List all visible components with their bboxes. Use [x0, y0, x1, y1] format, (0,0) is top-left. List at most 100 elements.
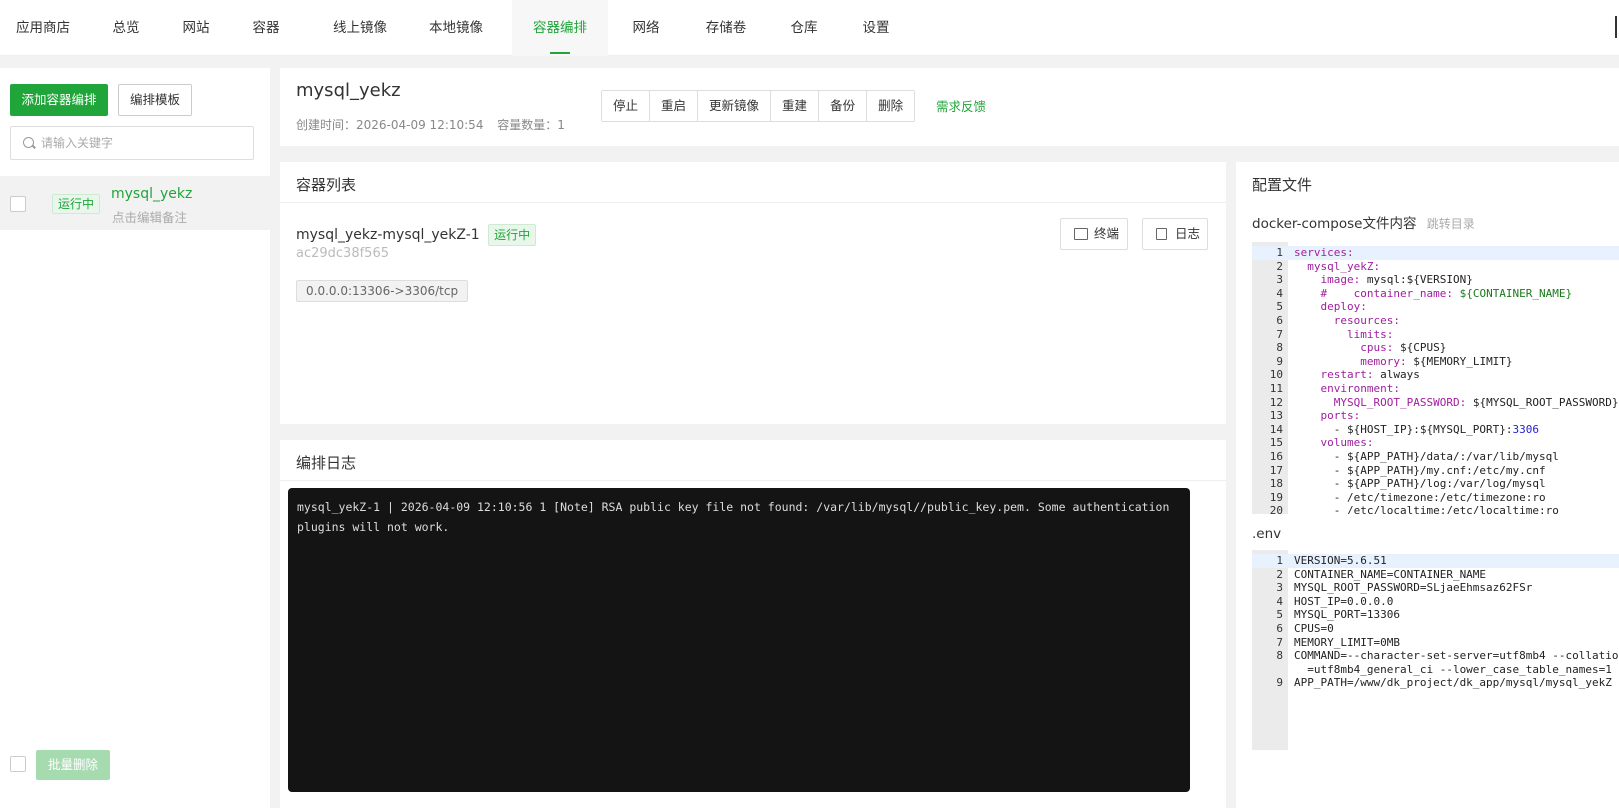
code-text: CONTAINER_NAME=CONTAINER_NAME: [1294, 567, 1487, 581]
container-list-title: 容器列表: [296, 176, 357, 194]
container-count: 容量数量：1: [497, 118, 565, 132]
item-checkbox[interactable]: [10, 196, 26, 212]
code-text: - /etc/timezone:/etc/timezone:ro: [1294, 490, 1546, 504]
line-number: 7: [1276, 327, 1283, 341]
code-line: 12 MYSQL_ROOT_PASSWORD: ${MYSQL_ROOT_PAS…: [1252, 396, 1619, 410]
env-file-label: .env: [1252, 526, 1282, 542]
feedback-link[interactable]: 需求反馈: [936, 96, 986, 115]
bulk-delete-button[interactable]: 批量删除: [36, 750, 110, 780]
update-image-button[interactable]: 更新镜像: [698, 91, 772, 121]
status-badge: 运行中: [52, 194, 100, 214]
line-number: 11: [1269, 382, 1283, 395]
tab-settings[interactable]: 设置: [848, 0, 904, 56]
env-editor[interactable]: 1 VERSION=5.6.51 2 CONTAINER_NAME=CONTAINER…: [1252, 550, 1619, 750]
code-line: 7 limits:: [1252, 328, 1619, 342]
code-text: - ${APP_PATH}/log:/var/log/mysql: [1294, 477, 1546, 491]
search-input[interactable]: [41, 133, 241, 153]
code-line: =utf8mb4_general_ci --lower_case_table_n…: [1252, 663, 1619, 677]
log-button[interactable]: 日志: [1142, 218, 1208, 250]
tab-online-images[interactable]: 线上镜像: [318, 0, 402, 56]
tab-registry[interactable]: 仓库: [776, 0, 832, 56]
rebuild-button[interactable]: 重建: [771, 91, 820, 121]
tab-website[interactable]: 网站: [168, 0, 224, 56]
log-button-label: 日志: [1175, 226, 1201, 241]
code-text: =utf8mb4_general_ci --lower_case_table_n…: [1294, 662, 1612, 676]
tab-containers[interactable]: 容器: [238, 0, 294, 56]
compose-sidebar: 添加容器编排 编排模板 运行中 mysql_yekz 点击编辑备注 批量删除: [0, 68, 270, 808]
code-line: 18 - ${APP_PATH}/log:/var/log/mysql: [1252, 477, 1619, 491]
code-text: mysql_yekZ:: [1307, 259, 1381, 273]
jump-to-directory-link[interactable]: 跳转目录: [1427, 217, 1475, 231]
code-text: image: mysql:${VERSION}: [1320, 273, 1473, 287]
code-line: 20 - /etc/localtime:/etc/localtime:ro: [1252, 504, 1619, 514]
code-line: 8 COMMAND=--character-set-server=utf8mb4 …: [1252, 649, 1619, 663]
top-nav: 应用商店 总览 网站 容器 线上镜像 本地镜像 容器编排 网络 存储卷 仓库 设…: [0, 0, 1619, 56]
delete-button[interactable]: 删除: [867, 91, 915, 121]
log-icon: [1156, 228, 1167, 240]
line-number: 1: [1276, 246, 1283, 259]
page-title: mysql_yekz: [296, 80, 401, 101]
tab-app-store[interactable]: 应用商店: [0, 0, 86, 56]
edit-note-link[interactable]: 点击编辑备注: [112, 207, 187, 226]
code-text: MYSQL_ROOT_PASSWORD=SLjaeEhmsaz62FSr: [1294, 581, 1533, 595]
log-terminal[interactable]: mysql_yekZ-1 | 2026-04-09 12:10:56 1 [No…: [288, 488, 1190, 792]
code-line: 3 image: mysql:${VERSION}: [1252, 273, 1619, 287]
code-text: - ${HOST_IP}:${MYSQL_PORT}:3306: [1294, 422, 1540, 436]
search-icon: [23, 137, 34, 148]
line-number: 20: [1269, 504, 1283, 514]
code-text: environment:: [1320, 382, 1400, 395]
code-text: restart: always: [1320, 368, 1420, 382]
code-text: MYSQL_PORT=13306: [1294, 608, 1400, 622]
line-number: 13: [1269, 409, 1283, 423]
divider: [280, 480, 1226, 481]
add-compose-button[interactable]: 添加容器编排: [10, 84, 108, 116]
line-number: 3: [1276, 273, 1283, 287]
code-line: 1 VERSION=5.6.51: [1252, 554, 1619, 568]
code-line: 4 # container_name: ${CONTAINER_NAME}: [1252, 287, 1619, 301]
tab-compose[interactable]: 容器编排: [512, 0, 608, 56]
compose-list-item[interactable]: 运行中 mysql_yekz 点击编辑备注: [0, 176, 270, 230]
stop-button[interactable]: 停止: [602, 91, 651, 121]
code-line: 10 restart: always: [1252, 368, 1619, 382]
code-line: 2 mysql_yekZ:: [1252, 260, 1619, 274]
code-line: 6 CPUS=0: [1252, 622, 1619, 636]
code-line: 19 - /etc/timezone:/etc/timezone:ro: [1252, 491, 1619, 505]
container-name: mysql_yekz-mysql_yekZ-1 运行中: [296, 224, 537, 246]
code-text: - /etc/localtime:/etc/localtime:ro: [1294, 504, 1559, 514]
compose-name[interactable]: mysql_yekz: [111, 186, 192, 202]
tab-volumes[interactable]: 存储卷: [696, 0, 756, 56]
terminal-button[interactable]: 终端: [1060, 218, 1128, 250]
select-all-checkbox[interactable]: [10, 756, 26, 772]
action-button-group: 停止 重启 更新镜像 重建 备份 删除: [601, 90, 916, 122]
code-line: 3 MYSQL_ROOT_PASSWORD=SLjaeEhmsaz62FSr: [1252, 581, 1619, 595]
line-number: 4: [1276, 594, 1283, 608]
compose-file-label-text: docker-compose文件内容: [1252, 216, 1417, 232]
tab-overview[interactable]: 总览: [98, 0, 154, 56]
code-text: volumes:: [1320, 436, 1374, 450]
line-number: 18: [1269, 477, 1283, 491]
line-number: 1: [1276, 554, 1283, 567]
compose-log-card: 编排日志 mysql_yekZ-1 | 2026-04-09 12:10:56 …: [280, 440, 1226, 808]
code-line: 13 ports:: [1252, 409, 1619, 423]
code-text: HOST_IP=0.0.0.0: [1294, 594, 1394, 608]
code-text: - ${APP_PATH}/data/:/var/lib/mysql: [1294, 450, 1559, 463]
line-number: 4: [1276, 286, 1283, 300]
backup-button[interactable]: 备份: [819, 91, 868, 121]
log-text: mysql_yekZ-1 | 2026-04-09 12:10:56 1 [No…: [297, 500, 1170, 534]
config-card: 配置文件 docker-compose文件内容 跳转目录 1 services: 2…: [1236, 162, 1619, 808]
compose-editor[interactable]: 1 services: 2 mysql_yekZ: 3 image: mysql:${…: [1252, 242, 1619, 514]
code-line: 6 resources:: [1252, 314, 1619, 328]
restart-button[interactable]: 重启: [650, 91, 699, 121]
code-line: 15 volumes:: [1252, 436, 1619, 450]
code-line: 4 HOST_IP=0.0.0.0: [1252, 595, 1619, 609]
compose-header: mysql_yekz 创建时间：2026-04-09 12:10:54 容量数量…: [280, 68, 1619, 146]
tab-network[interactable]: 网络: [618, 0, 674, 56]
code-line: 17 - ${APP_PATH}/my.cnf:/etc/my.cnf: [1252, 464, 1619, 478]
compose-template-button[interactable]: 编排模板: [118, 84, 192, 116]
line-number: 16: [1269, 450, 1283, 463]
tab-local-images[interactable]: 本地镜像: [414, 0, 498, 56]
line-number: 8: [1276, 341, 1283, 355]
code-text: # container_name: ${CONTAINER_NAME}: [1320, 286, 1573, 300]
terminal-icon: [1074, 228, 1088, 240]
code-line: 8 cpus: ${CPUS}: [1252, 341, 1619, 355]
